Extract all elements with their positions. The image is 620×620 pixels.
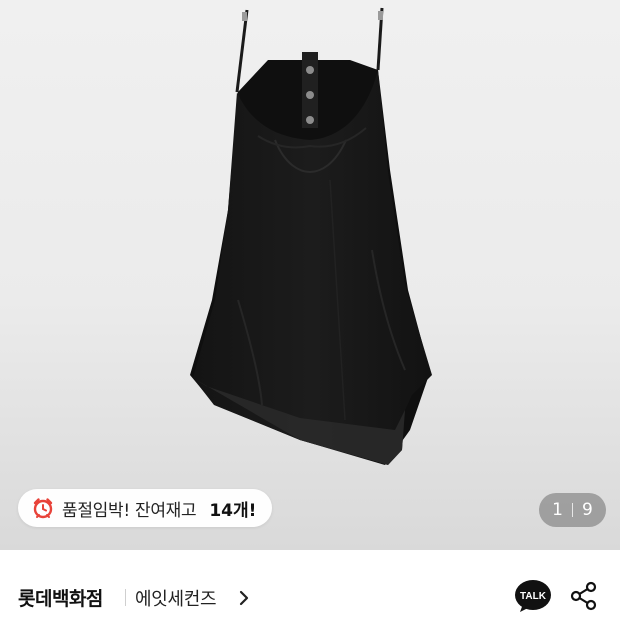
product-photo [190, 7, 432, 465]
image-page-indicator: 1 9 [539, 493, 606, 527]
current-page: 1 [552, 500, 563, 520]
store-name[interactable]: 롯데백화점 [18, 584, 103, 611]
alarm-clock-icon [33, 498, 53, 519]
pager-divider [572, 503, 573, 517]
seller-brand-link[interactable]: 에잇세컨즈 [135, 585, 217, 611]
chevron-right-icon[interactable] [237, 589, 251, 607]
product-image-carousel[interactable]: 품절임박! 잔여재고 14개! 1 9 [0, 0, 620, 550]
low-stock-message: 품절임박! 잔여재고 [62, 500, 197, 521]
total-pages: 9 [582, 500, 593, 520]
share-icon[interactable] [568, 580, 600, 612]
low-stock-count: 14개! [209, 500, 257, 521]
brand-divider [125, 589, 126, 606]
kakao-talk-button[interactable]: TALK [514, 578, 552, 616]
talk-label: TALK [520, 591, 547, 602]
low-stock-badge: 품절임박! 잔여재고 14개! [18, 489, 273, 527]
